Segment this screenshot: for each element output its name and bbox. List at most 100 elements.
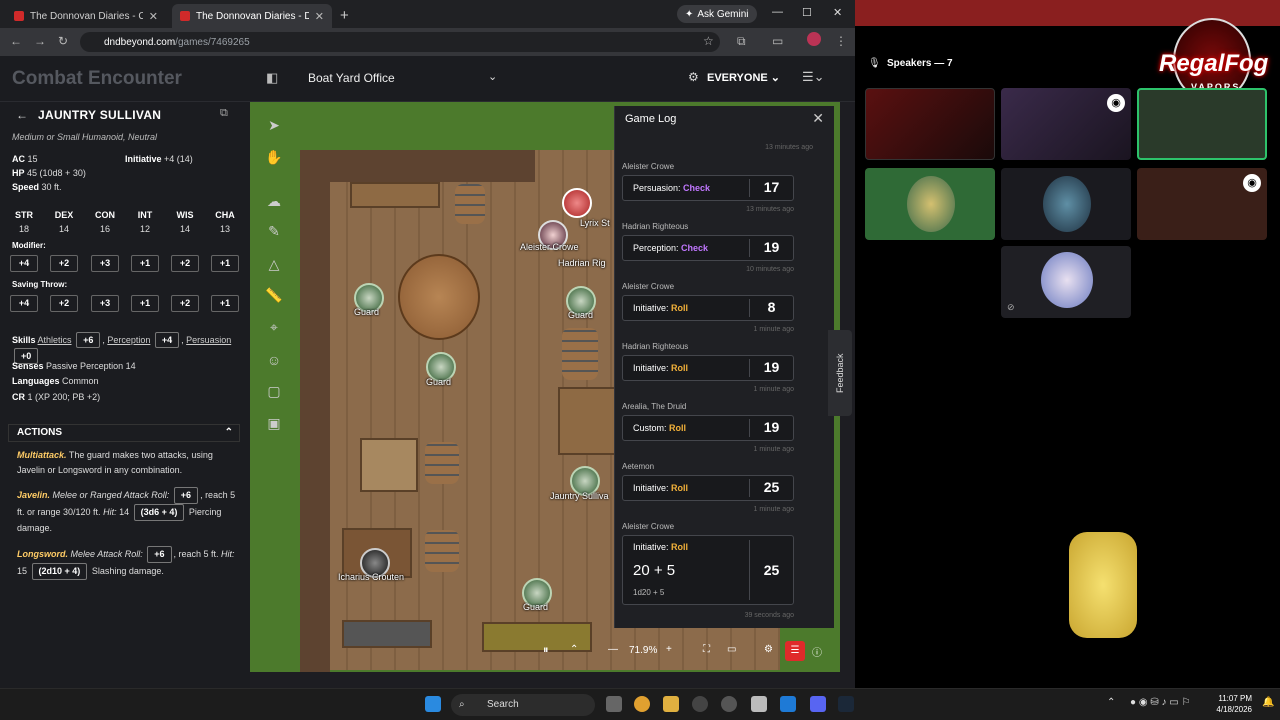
visibility-select[interactable]: EVERYONE ⌄ bbox=[707, 71, 780, 84]
skill-roll-button[interactable]: +4 bbox=[154, 332, 180, 348]
save-roll-button[interactable]: +2 bbox=[50, 295, 78, 312]
ruler-icon[interactable]: 📏 bbox=[265, 286, 283, 304]
user-icon[interactable]: ☺ bbox=[265, 351, 283, 369]
ask-gemini-button[interactable]: ✦ Ask Gemini bbox=[677, 5, 757, 23]
microphone-icon[interactable]: 🎙 bbox=[868, 58, 881, 69]
attack-roll-button[interactable]: +6 bbox=[147, 546, 172, 563]
taskbar-search[interactable]: ⌕ Search bbox=[451, 694, 595, 716]
shapes-icon[interactable]: △ bbox=[265, 255, 283, 273]
file-explorer-icon[interactable] bbox=[663, 696, 679, 712]
notes-icon[interactable]: ▢ bbox=[265, 382, 283, 400]
save-roll-button[interactable]: +1 bbox=[131, 295, 159, 312]
save-roll-button[interactable]: +3 bbox=[91, 295, 119, 312]
menu-list-icon[interactable]: ☰⌄ bbox=[802, 69, 825, 85]
game-log-toggle-icon[interactable]: ☰ bbox=[785, 641, 805, 661]
modifier-roll-button[interactable]: +1 bbox=[131, 255, 159, 272]
pause-icon[interactable]: ⏸ bbox=[543, 644, 549, 657]
app-icon[interactable] bbox=[751, 696, 767, 712]
close-icon[interactable]: ✕ bbox=[812, 110, 824, 127]
modifier-roll-button[interactable]: +4 bbox=[10, 255, 38, 272]
obs-icon[interactable] bbox=[721, 696, 737, 712]
fullscreen-icon[interactable]: ⛶ bbox=[703, 644, 710, 655]
participant-tile-screenshare[interactable] bbox=[1137, 88, 1267, 160]
log-entry-card[interactable]: Perception: Check 19 bbox=[622, 235, 794, 261]
participant-tile-webcam[interactable] bbox=[865, 88, 995, 160]
image-icon[interactable]: ▣ bbox=[265, 414, 283, 432]
feedback-tab[interactable]: Feedback bbox=[828, 330, 852, 416]
participant-tile[interactable] bbox=[865, 168, 995, 240]
info-icon[interactable]: ⓘ bbox=[812, 644, 822, 659]
tray-icons[interactable]: ● ◉ ⛁ ♪ ▭ ⚐ bbox=[1130, 697, 1190, 708]
damage-roll-button[interactable]: (3d6 + 4) bbox=[133, 504, 185, 521]
tab-campaign[interactable]: The Donnovan Diaries - Campa ✕ bbox=[6, 4, 166, 28]
menu-kebab-icon[interactable]: ⋮ bbox=[835, 34, 847, 48]
log-entry-card[interactable]: Initiative: Roll 25 bbox=[622, 475, 794, 501]
zoom-out-icon[interactable]: — bbox=[608, 644, 618, 655]
external-link-icon[interactable]: ⧉ bbox=[220, 107, 228, 120]
save-roll-button[interactable]: +4 bbox=[10, 295, 38, 312]
bookmark-star-icon[interactable]: ☆ bbox=[703, 34, 714, 48]
close-tab-icon[interactable]: ✕ bbox=[149, 10, 158, 23]
modifier-roll-button[interactable]: +1 bbox=[211, 255, 239, 272]
log-entry-card[interactable]: Persuasion: Check 17 bbox=[622, 175, 794, 201]
screen-icon[interactable]: ▭ bbox=[727, 644, 736, 655]
token-lyrix[interactable] bbox=[562, 188, 592, 218]
minimize-icon[interactable]: — bbox=[772, 6, 783, 18]
task-view-icon[interactable] bbox=[606, 696, 622, 712]
attack-roll-button[interactable]: +6 bbox=[173, 487, 199, 504]
steam-icon[interactable] bbox=[838, 696, 854, 712]
extensions-icon[interactable]: ⧉ bbox=[737, 34, 746, 49]
url-input[interactable]: dndbeyond.com/games/7469265 bbox=[80, 32, 720, 52]
log-entry-card[interactable]: Initiative: Roll 19 bbox=[622, 355, 794, 381]
windows-start-icon[interactable] bbox=[425, 696, 441, 712]
cast-icon[interactable]: ▭ bbox=[772, 34, 783, 48]
skill-roll-button[interactable]: +6 bbox=[76, 332, 101, 348]
vscode-icon[interactable] bbox=[780, 696, 796, 712]
action-multiattack: Multiattack. The guard makes two attacks… bbox=[17, 450, 213, 475]
chevron-up-icon[interactable]: ⌃ bbox=[570, 644, 578, 655]
back-arrow-icon[interactable]: ← bbox=[16, 108, 28, 122]
maximize-icon[interactable]: ☐ bbox=[802, 6, 812, 19]
zoom-in-icon[interactable]: + bbox=[666, 644, 672, 655]
pointer-icon[interactable]: ➤ bbox=[265, 116, 283, 134]
log-entry-card[interactable]: Custom: Roll 19 bbox=[622, 415, 794, 441]
skill-persuasion[interactable]: Persuasion bbox=[186, 335, 231, 345]
reload-icon[interactable]: ↻ bbox=[58, 34, 68, 48]
participant-tile[interactable]: ◉ bbox=[1137, 168, 1267, 240]
discord-icon[interactable] bbox=[810, 696, 826, 712]
save-roll-button[interactable]: +1 bbox=[211, 295, 239, 312]
actions-section-header[interactable]: ACTIONS ⌃ bbox=[8, 424, 240, 442]
close-tab-icon[interactable]: ✕ bbox=[315, 10, 324, 23]
modifier-roll-button[interactable]: +2 bbox=[50, 255, 78, 272]
participant-tile[interactable] bbox=[1001, 168, 1131, 240]
tab-game[interactable]: The Donnovan Diaries - D&D B ✕ bbox=[172, 4, 332, 28]
profile-avatar[interactable] bbox=[807, 32, 821, 46]
forward-icon[interactable]: → bbox=[34, 34, 46, 48]
modifier-roll-button[interactable]: +3 bbox=[91, 255, 119, 272]
participant-tile[interactable]: ⊘ bbox=[1001, 246, 1131, 318]
modifier-roll-button[interactable]: +2 bbox=[171, 255, 199, 272]
target-icon[interactable]: ⌖ bbox=[265, 318, 283, 336]
chevron-up-icon[interactable]: ⌃ bbox=[1107, 697, 1115, 708]
skill-athletics[interactable]: Athletics bbox=[38, 335, 72, 345]
log-entry-card[interactable]: Initiative: Roll 20 + 5 1d20 + 5 25 bbox=[622, 535, 794, 605]
chrome-icon[interactable] bbox=[634, 696, 650, 712]
draw-icon[interactable]: ✎ bbox=[265, 222, 283, 240]
system-clock[interactable]: 11:07 PM 4/18/2026 bbox=[1216, 693, 1252, 715]
damage-roll-button[interactable]: (2d10 + 4) bbox=[31, 563, 88, 580]
participant-tile[interactable]: ◉ bbox=[1001, 88, 1131, 160]
notifications-icon[interactable]: 🔔 bbox=[1262, 697, 1274, 708]
sidebar-toggle-icon[interactable]: ◧ bbox=[266, 70, 278, 86]
app-icon[interactable] bbox=[692, 696, 708, 712]
close-window-icon[interactable]: ✕ bbox=[833, 6, 842, 19]
save-roll-button[interactable]: +2 bbox=[171, 295, 199, 312]
fog-cloud-icon[interactable]: ☁ bbox=[265, 192, 283, 210]
settings-icon[interactable]: ⚙ bbox=[764, 644, 773, 655]
chevron-down-icon[interactable]: ⌄ bbox=[488, 70, 497, 83]
new-tab-button[interactable]: + bbox=[340, 7, 349, 24]
skill-perception[interactable]: Perception bbox=[107, 335, 150, 345]
back-icon[interactable]: ← bbox=[10, 34, 22, 48]
hand-icon[interactable]: ✋ bbox=[265, 148, 283, 166]
log-entry-card[interactable]: Initiative: Roll 8 bbox=[622, 295, 794, 321]
map-select[interactable]: Boat Yard Office bbox=[308, 71, 395, 85]
